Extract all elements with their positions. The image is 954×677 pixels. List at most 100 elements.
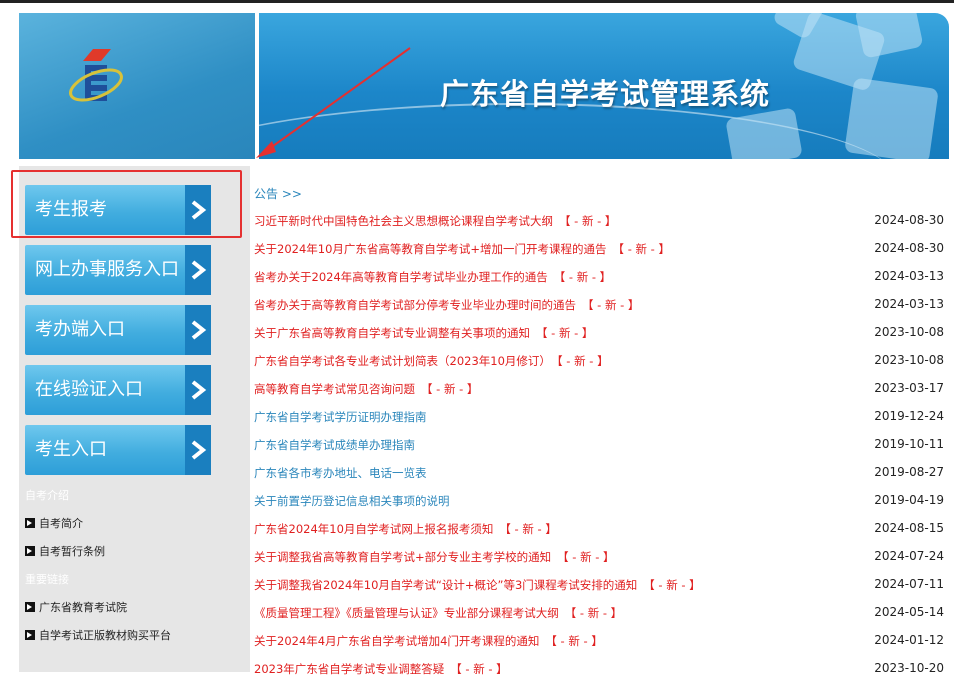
site-title: 广东省自学考试管理系统 — [440, 77, 771, 111]
notice-row: 习近平新时代中国特色社会主义思想概论课程自学考试大纲【 - 新 - 】 2024-… — [254, 213, 944, 233]
notice-date: 2024-07-11 — [874, 577, 944, 591]
chevron-right-icon — [185, 305, 211, 355]
notice-link[interactable]: 《质量管理工程》《质量管理与认证》专业部分课程考试大纲 — [254, 606, 559, 620]
notice-row: 2023年广东省自学考试专业调整答疑【 - 新 - 】 2023-10-20 — [254, 661, 944, 677]
notice-link[interactable]: 2023年广东省自学考试专业调整答疑 — [254, 662, 444, 676]
nav-button-label: 考办端入口 — [35, 319, 125, 340]
new-badge: 【 - 新 - 】 — [421, 382, 479, 396]
notice-date: 2024-05-14 — [874, 605, 944, 619]
new-badge: 【 - 新 - 】 — [643, 578, 701, 592]
notice-row: 广东省自学考试成绩单办理指南 2019-10-11 — [254, 437, 944, 457]
notice-link[interactable]: 关于2024年4月广东省自学考试增加4门开考课程的通知 — [254, 634, 539, 648]
notice-link[interactable]: 关于调整我省2024年10月自学考试“设计+概论”等3门课程考试安排的通知 — [254, 578, 637, 592]
notice-date: 2024-07-24 — [874, 549, 944, 563]
new-badge: 【 - 新 - 】 — [450, 662, 508, 676]
notice-title-wrap: 高等教育自学考试常见咨询问题【 - 新 - 】 — [254, 381, 478, 397]
notice-row: 广东省2024年10月自学考试网上报名报考须知【 - 新 - 】 2024-08-… — [254, 521, 944, 541]
notice-title-wrap: 关于调整我省2024年10月自学考试“设计+概论”等3门课程考试安排的通知【 -… — [254, 577, 701, 593]
new-badge: 【 - 新 - 】 — [612, 242, 670, 256]
header-banner: 广东省自学考试管理系统 — [259, 13, 949, 159]
notice-row: 广东省各市考办地址、电话一览表 2019-08-27 — [254, 465, 944, 485]
notice-title-wrap: 《质量管理工程》《质量管理与认证》专业部分课程考试大纲【 - 新 - 】 — [254, 605, 622, 621]
new-badge: 【 - 新 - 】 — [582, 298, 640, 312]
notice-row: 高等教育自学考试常见咨询问题【 - 新 - 】 2023-03-17 — [254, 381, 944, 401]
notice-link[interactable]: 广东省各市考办地址、电话一览表 — [254, 465, 427, 481]
chevron-right-icon — [185, 245, 211, 295]
nav-button-label: 在线验证入口 — [35, 379, 143, 400]
logo-panel — [19, 13, 255, 159]
section-heading-intro: 自考介绍 — [25, 489, 69, 502]
notice-title-wrap: 省考办关于2024年高等教育自学考试毕业办理工作的通告【 - 新 - 】 — [254, 269, 611, 285]
notice-row: 关于广东省高等教育自学考试专业调整有关事项的通知【 - 新 - 】 2023-10… — [254, 325, 944, 345]
notice-date: 2024-08-15 — [874, 521, 944, 535]
notice-link[interactable]: 关于2024年10月广东省高等教育自学考试+增加一门开考课程的通告 — [254, 242, 607, 256]
arrow-right-icon — [25, 630, 35, 640]
arrow-right-icon — [25, 546, 35, 556]
notice-link[interactable]: 广东省2024年10月自学考试网上报名报考须知 — [254, 522, 493, 536]
notice-link[interactable]: 关于广东省高等教育自学考试专业调整有关事项的通知 — [254, 326, 530, 340]
notice-title-wrap: 关于2024年10月广东省高等教育自学考试+增加一门开考课程的通告【 - 新 -… — [254, 241, 670, 257]
notice-date: 2019-04-19 — [874, 493, 944, 507]
notice-row: 广东省自学考试各专业考试计划简表（2023年10月修订） 【 - 新 - 】 202… — [254, 353, 944, 373]
sidebar-link-regulations[interactable]: 自考暂行条例 — [25, 543, 105, 559]
exam-logo-icon — [69, 49, 123, 102]
notice-link[interactable]: 省考办关于2024年高等教育自学考试毕业办理工作的通告 — [254, 270, 548, 284]
notice-link[interactable]: 广东省自学考试学历证明办理指南 — [254, 409, 427, 425]
chevron-right-icon — [185, 425, 211, 475]
notice-title-wrap: 关于广东省高等教育自学考试专业调整有关事项的通知【 - 新 - 】 — [254, 325, 593, 341]
notice-title-wrap: 关于调整我省高等教育自学考试+部分专业主考学校的通知【 - 新 - 】 — [254, 549, 615, 565]
new-badge: 【 - 新 - 】 — [536, 326, 594, 340]
notice-row: 关于2024年4月广东省自学考试增加4门开考课程的通知【 - 新 - 】 2024… — [254, 633, 944, 653]
sidebar-link-exam-authority[interactable]: 广东省教育考试院 — [25, 599, 127, 615]
new-badge: 【 - 新 - 】 — [557, 550, 615, 564]
notice-date: 2023-10-20 — [874, 661, 944, 675]
notice-link[interactable]: 省考办关于高等教育自学考试部分停考专业毕业办理时间的通告 — [254, 298, 576, 312]
notice-date: 2024-08-30 — [874, 241, 944, 255]
sidebar: 考生报考 网上办事服务入口 考办端入口 在线验证入口 考生入口 自考介绍 自考简… — [19, 166, 250, 672]
sidebar-link-intro[interactable]: 自考简介 — [25, 515, 83, 531]
notice-row: 省考办关于2024年高等教育自学考试毕业办理工作的通告【 - 新 - 】 2024… — [254, 269, 944, 289]
notice-title-wrap: 关于2024年4月广东省自学考试增加4门开考课程的通知【 - 新 - 】 — [254, 633, 603, 649]
notice-link[interactable]: 关于调整我省高等教育自学考试+部分专业主考学校的通知 — [254, 550, 551, 564]
notice-heading[interactable]: 公告 >> — [254, 185, 302, 202]
notice-date: 2024-01-12 — [874, 633, 944, 647]
notice-link[interactable]: 广东省自学考试各专业考试计划简表（2023年10月修订） — [254, 354, 551, 368]
new-badge: 【 - 新 - 】 — [559, 214, 617, 228]
arrow-right-icon — [25, 602, 35, 612]
notice-title-wrap: 习近平新时代中国特色社会主义思想概论课程自学考试大纲【 - 新 - 】 — [254, 213, 616, 229]
notice-date: 2023-03-17 — [874, 381, 944, 395]
notice-date: 2023-10-08 — [874, 353, 944, 367]
nav-button-online-verify[interactable]: 在线验证入口 — [25, 365, 211, 415]
notice-link[interactable]: 广东省自学考试成绩单办理指南 — [254, 437, 415, 453]
notice-link[interactable]: 高等教育自学考试常见咨询问题 — [254, 382, 415, 396]
new-badge: 【 - 新 - 】 — [556, 354, 609, 368]
notice-row: 关于调整我省2024年10月自学考试“设计+概论”等3门课程考试安排的通知【 -… — [254, 577, 944, 597]
nav-button-candidate[interactable]: 考生入口 — [25, 425, 211, 475]
notice-link[interactable]: 关于前置学历登记信息相关事项的说明 — [254, 493, 450, 509]
notice-date: 2019-12-24 — [874, 409, 944, 423]
notice-row: 关于调整我省高等教育自学考试+部分专业主考学校的通知【 - 新 - 】 2024-… — [254, 549, 944, 569]
notice-row: 广东省自学考试学历证明办理指南 2019-12-24 — [254, 409, 944, 429]
new-badge: 【 - 新 - 】 — [564, 606, 623, 620]
nav-button-label: 考生入口 — [35, 439, 107, 460]
section-heading-links: 重要链接 — [25, 573, 69, 586]
notice-date: 2024-03-13 — [874, 269, 944, 283]
nav-button-exam-office[interactable]: 考办端入口 — [25, 305, 211, 355]
notice-date: 2024-03-13 — [874, 297, 944, 311]
notice-row: 关于2024年10月广东省高等教育自学考试+增加一门开考课程的通告【 - 新 -… — [254, 241, 944, 261]
notice-row: 关于前置学历登记信息相关事项的说明 2019-04-19 — [254, 493, 944, 513]
nav-button-online-service[interactable]: 网上办事服务入口 — [25, 245, 211, 295]
notice-title-wrap: 广东省自学考试各专业考试计划简表（2023年10月修订） 【 - 新 - 】 — [254, 353, 609, 369]
arrow-right-icon — [25, 518, 35, 528]
notice-date: 2019-10-11 — [874, 437, 944, 451]
notice-link[interactable]: 习近平新时代中国特色社会主义思想概论课程自学考试大纲 — [254, 214, 553, 228]
chevron-right-icon — [185, 365, 211, 415]
notice-title-wrap: 2023年广东省自学考试专业调整答疑【 - 新 - 】 — [254, 661, 508, 677]
notice-title-wrap: 广东省2024年10月自学考试网上报名报考须知【 - 新 - 】 — [254, 521, 557, 537]
notice-row: 省考办关于高等教育自学考试部分停考专业毕业办理时间的通告【 - 新 - 】 202… — [254, 297, 944, 317]
nav-button-label: 网上办事服务入口 — [35, 259, 179, 280]
sidebar-link-textbook-store[interactable]: 自学考试正版教材购买平台 — [25, 627, 171, 643]
notice-date: 2024-08-30 — [874, 213, 944, 227]
new-badge: 【 - 新 - 】 — [545, 634, 603, 648]
window-top-bar — [0, 0, 954, 3]
